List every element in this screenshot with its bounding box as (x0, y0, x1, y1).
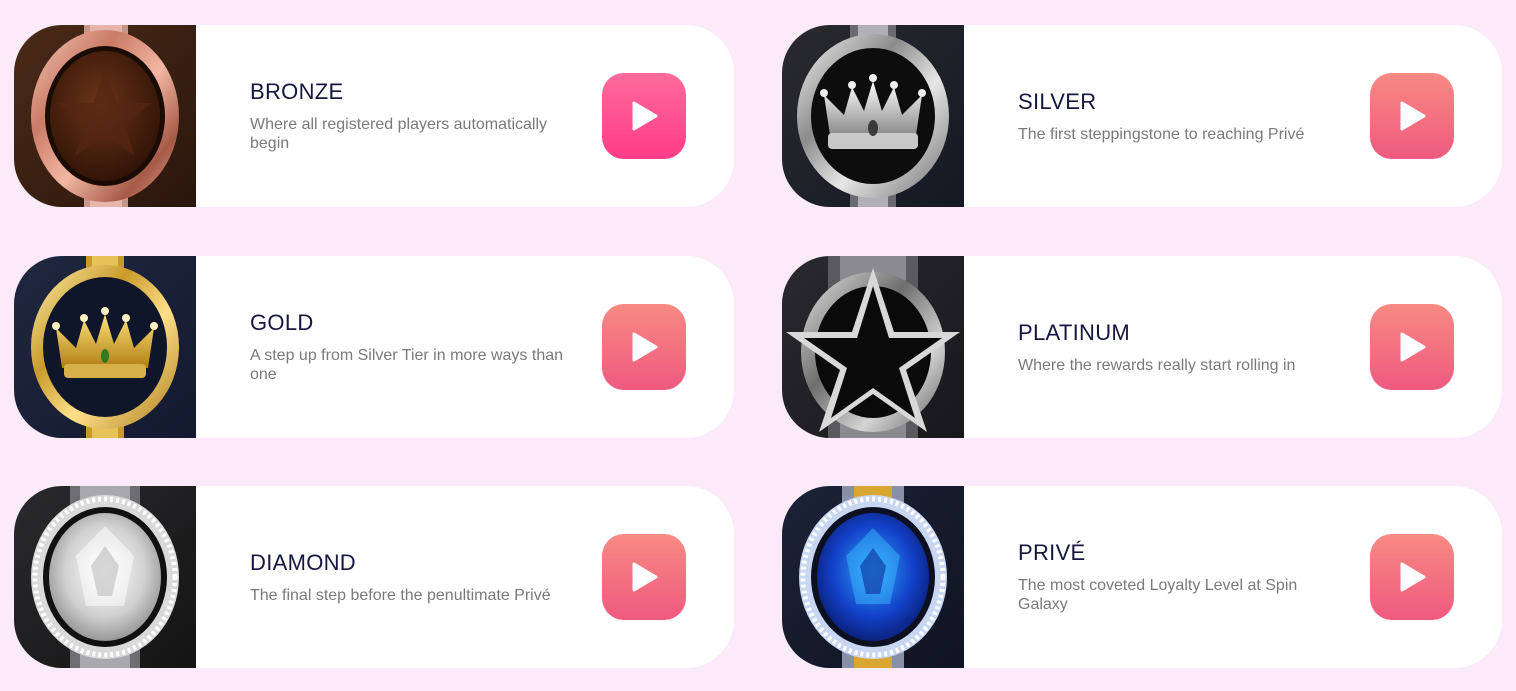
play-button-bronze[interactable] (602, 73, 686, 159)
play-icon (1400, 332, 1426, 362)
play-icon (632, 332, 658, 362)
play-icon (1400, 562, 1426, 592)
play-button-prive[interactable] (1370, 534, 1454, 620)
play-icon (632, 101, 658, 131)
tier-card-silver: SILVER The first steppingstone to reachi… (782, 25, 1502, 207)
loyalty-tiers-grid: BRONZE Where all registered players auto… (0, 0, 1516, 691)
tier-card-platinum: PLATINUM Where the rewards really start … (782, 256, 1502, 438)
tier-description: The final step before the penultimate Pr… (250, 586, 551, 604)
platinum-star-badge-icon (782, 256, 964, 438)
tier-card-gold: GOLD A step up from Silver Tier in more … (14, 256, 734, 438)
tier-card-diamond: DIAMOND The final step before the penult… (14, 486, 734, 668)
diamond-badge-icon (14, 486, 196, 668)
play-icon (1400, 101, 1426, 131)
bronze-star-badge-icon (14, 25, 196, 207)
play-icon (632, 562, 658, 592)
tier-description: Where all registered players automatical… (250, 116, 548, 152)
play-button-gold[interactable] (602, 304, 686, 390)
tier-description: The most coveted Loyalty Level at Spin G… (1018, 577, 1298, 613)
play-button-diamond[interactable] (602, 534, 686, 620)
tier-description: Where the rewards really start rolling i… (1018, 356, 1296, 374)
tier-card-prive: PRIVÉ The most coveted Loyalty Level at … (782, 486, 1502, 668)
tier-description: A step up from Silver Tier in more ways … (250, 347, 564, 383)
sapphire-gem-badge-icon (782, 486, 964, 668)
play-button-platinum[interactable] (1370, 304, 1454, 390)
tier-description: The first steppingstone to reaching Priv… (1018, 125, 1305, 143)
gold-crown-badge-icon (14, 256, 196, 438)
play-button-silver[interactable] (1370, 73, 1454, 159)
tier-card-bronze: BRONZE Where all registered players auto… (14, 25, 734, 207)
silver-crown-badge-icon (782, 25, 964, 207)
